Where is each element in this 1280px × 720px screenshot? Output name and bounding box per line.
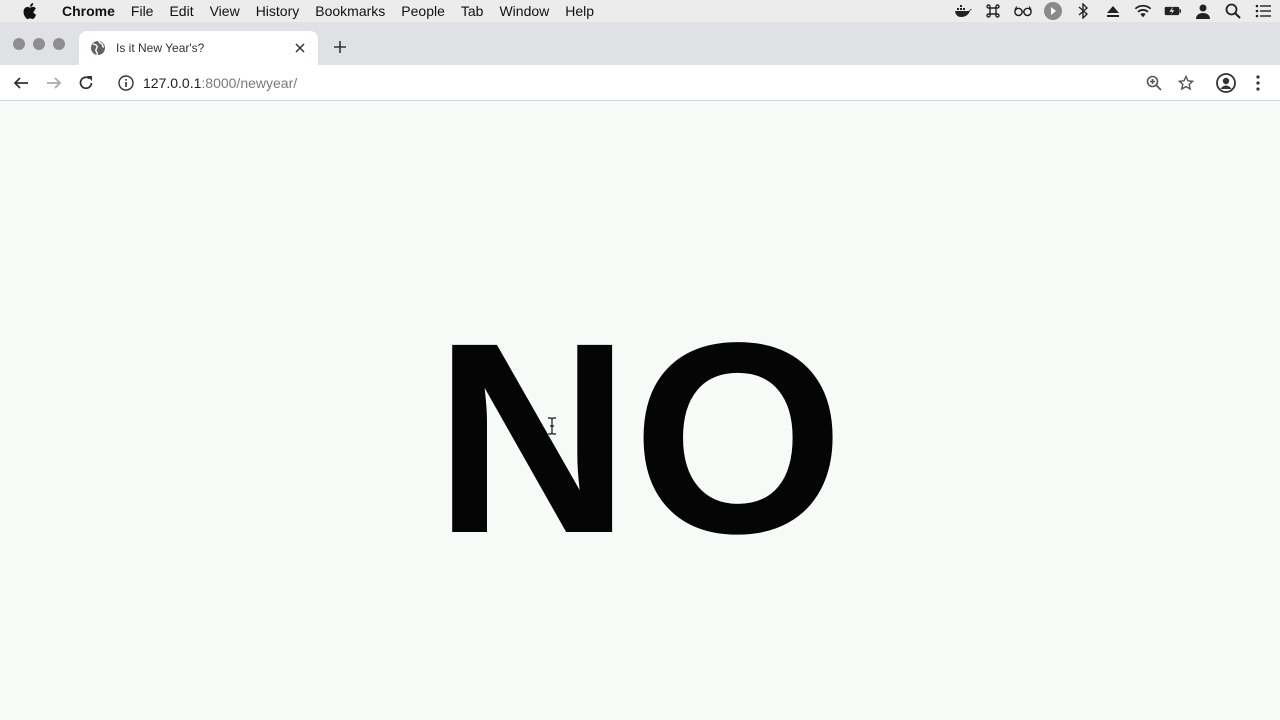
bookmark-star-icon[interactable] [1175,72,1197,94]
notification-center-icon[interactable] [1254,2,1272,20]
menu-file[interactable]: File [123,0,162,22]
eject-icon[interactable] [1104,2,1122,20]
apple-menu-icon[interactable] [20,2,40,20]
minimize-window-button[interactable] [33,38,45,50]
close-window-button[interactable] [13,38,25,50]
battery-charging-icon[interactable] [1164,2,1182,20]
zoom-icon[interactable] [1143,72,1165,94]
menu-chrome[interactable]: Chrome [54,0,123,22]
back-button[interactable] [10,72,32,94]
url-path: :8000/newyear/ [201,75,298,91]
menu-bar-status-area [954,0,1272,22]
close-tab-icon[interactable] [292,40,308,56]
command-key-icon[interactable] [984,2,1002,20]
window-controls [13,38,65,50]
menu-window[interactable]: Window [491,0,557,22]
menu-bar: Chrome File Edit View History Bookmarks … [0,0,1280,22]
page-content: NO [0,102,1280,720]
forward-button[interactable] [43,72,65,94]
menu-edit[interactable]: Edit [161,0,201,22]
site-info-icon[interactable] [118,75,134,91]
browser-toolbar: 127.0.0.1:8000/newyear/ [0,65,1280,101]
wifi-icon[interactable] [1134,2,1152,20]
user-account-icon[interactable] [1194,2,1212,20]
text-cursor-icon [546,416,558,436]
menu-view[interactable]: View [202,0,248,22]
url-host: 127.0.0.1 [143,75,202,91]
address-bar[interactable]: 127.0.0.1:8000/newyear/ [106,69,1206,97]
spotlight-search-icon[interactable] [1224,2,1242,20]
url-text: 127.0.0.1:8000/newyear/ [143,75,297,91]
new-tab-button[interactable] [330,37,350,57]
menu-bookmarks[interactable]: Bookmarks [307,0,393,22]
menu-people[interactable]: People [393,0,453,22]
menu-tab[interactable]: Tab [453,0,492,22]
tab-active[interactable]: Is it New Year's? [79,31,318,65]
answer-text: NO [434,286,846,590]
profile-avatar-icon[interactable] [1215,72,1237,94]
docker-icon[interactable] [954,2,972,20]
bluetooth-icon[interactable] [1074,2,1092,20]
menu-history[interactable]: History [248,0,308,22]
globe-icon [90,40,106,56]
zoom-window-button[interactable] [53,38,65,50]
menu-help[interactable]: Help [557,0,602,22]
reload-button[interactable] [75,72,97,94]
chrome-menu-icon[interactable] [1247,72,1269,94]
play-circle-icon[interactable] [1044,2,1062,20]
tab-title: Is it New Year's? [116,41,205,55]
tab-strip: Is it New Year's? [0,22,1280,65]
glasses-icon[interactable] [1014,2,1032,20]
